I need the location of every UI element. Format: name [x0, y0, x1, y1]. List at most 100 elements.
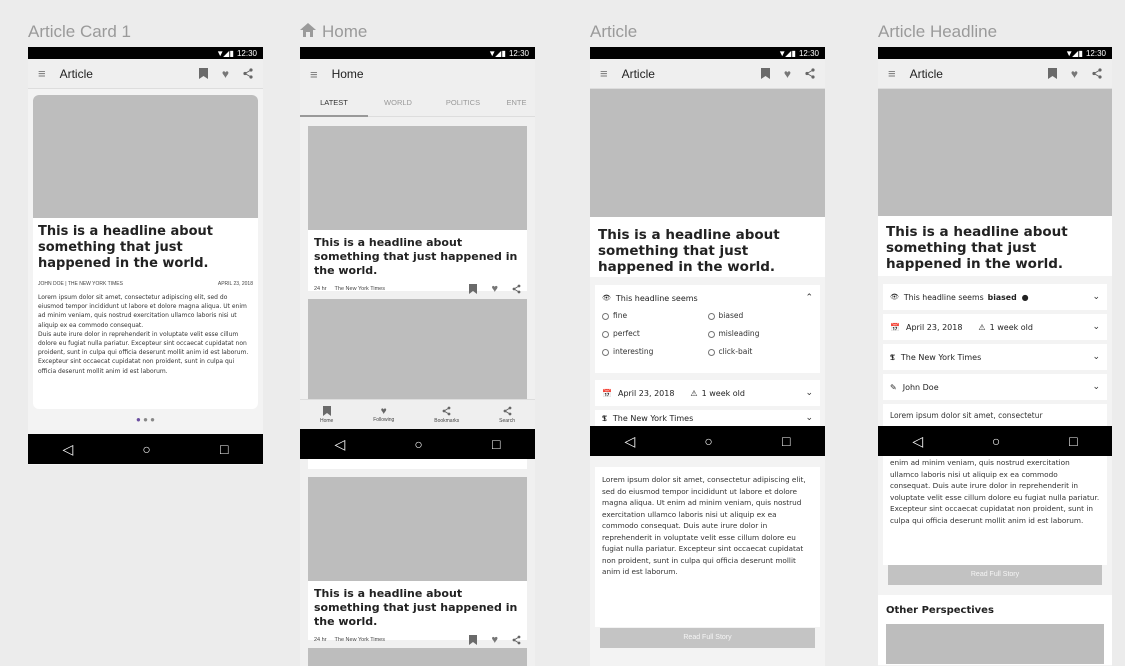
article-body: Lorem ipsum dolor sit amet, consectetur … [38, 293, 253, 376]
chevron-down-icon[interactable]: ⌄ [805, 388, 813, 398]
rating-option-perfect[interactable]: perfect [602, 329, 708, 338]
rating-row[interactable]: 👁 This headline seems biased ● ⌄ [883, 284, 1107, 310]
read-full-story-button[interactable]: Read Full Story [600, 628, 815, 648]
recents-icon[interactable]: □ [1069, 433, 1077, 449]
rating-option-fine[interactable]: fine [602, 311, 708, 320]
rating-option-misleading[interactable]: misleading [707, 329, 814, 338]
signal-icon: ▼◢ ▮ [216, 48, 234, 58]
perspective-image[interactable] [886, 624, 1104, 664]
card-source: The New York Times [334, 286, 385, 292]
tab-politics[interactable]: POLITICS [428, 98, 498, 107]
rating-option-label: fine [613, 311, 628, 320]
system-nav-bar: ◁ ○ □ [28, 434, 263, 464]
home-circle-icon[interactable]: ○ [142, 441, 150, 457]
radio-icon [707, 312, 715, 320]
article-card[interactable]: This is a headline about something that … [33, 95, 258, 409]
card-headline: This is a headline about something that … [314, 236, 518, 277]
tab-entertainment[interactable]: ENTE [498, 98, 535, 107]
recents-icon[interactable]: □ [492, 436, 500, 452]
bottom-nav-bookmarks[interactable]: Bookmarks [434, 406, 459, 424]
heart-icon[interactable]: ♥ [491, 634, 498, 646]
rating-option-click-bait[interactable]: click-bait [707, 347, 814, 356]
menu-icon[interactable]: ≡ [888, 66, 896, 81]
rating-option-interesting[interactable]: interesting [602, 347, 708, 356]
bookmark-icon[interactable] [760, 68, 770, 79]
recents-icon[interactable]: □ [782, 433, 790, 449]
chevron-down-icon[interactable]: ⌄ [1092, 322, 1100, 332]
status-time: 12:30 [508, 48, 529, 58]
heart-icon[interactable]: ♥ [1071, 67, 1078, 81]
bottom-nav-search[interactable]: Search [499, 406, 515, 424]
signal-icon: ▼◢ ▮ [1065, 48, 1083, 58]
back-icon[interactable]: ◁ [912, 433, 923, 450]
rating-option-label: click-bait [718, 347, 753, 356]
date-row[interactable]: 📅 April 23, 2018 ⚠ 1 week old ⌄ [595, 380, 820, 406]
house-icon [300, 22, 316, 42]
article-image [33, 95, 258, 218]
share-icon[interactable] [805, 68, 815, 79]
back-icon[interactable]: ◁ [63, 441, 74, 458]
share-icon[interactable] [1092, 68, 1102, 79]
bottom-nav-following[interactable]: ♥ Following [373, 406, 394, 423]
heart-icon[interactable]: ♥ [784, 67, 791, 81]
heart-icon[interactable]: ♥ [491, 283, 498, 295]
news-card[interactable] [308, 299, 527, 399]
chevron-down-icon[interactable]: ⌄ [1092, 382, 1100, 392]
body-paragraph-2: Duis aute irure dolor in reprehenderit i… [38, 330, 249, 375]
home-circle-icon[interactable]: ○ [704, 433, 712, 449]
article-date: April 23, 2018 [905, 322, 963, 332]
date-row[interactable]: 📅 April 23, 2018 ⚠ 1 week old ⌄ [883, 314, 1107, 340]
menu-icon[interactable]: ≡ [38, 66, 46, 81]
article-body: Lorem ipsum dolor sit amet, consectetur … [602, 475, 806, 576]
radio-icon [707, 348, 715, 356]
app-bar: ≡ Article ♥ [878, 59, 1112, 89]
tab-world[interactable]: WORLD [368, 98, 428, 107]
menu-icon[interactable]: ≡ [600, 66, 608, 81]
rating-option-label: perfect [613, 329, 640, 338]
back-icon[interactable]: ◁ [625, 433, 636, 450]
bookmark-icon[interactable] [198, 68, 208, 79]
chevron-down-icon[interactable]: ⌄ [1092, 292, 1100, 302]
heart-icon[interactable]: ♥ [222, 67, 229, 81]
bottom-nav-search-label: Search [499, 417, 515, 424]
read-full-story-button[interactable]: Read Full Story [888, 565, 1102, 585]
system-nav-bar: ◁ ○ □ [300, 429, 535, 459]
card-image [308, 126, 527, 230]
screen-title-home: Home [300, 22, 367, 42]
bookmark-icon[interactable] [469, 284, 478, 294]
share-icon[interactable] [512, 635, 521, 645]
bottom-nav-bookmarks-label: Bookmarks [434, 417, 460, 424]
news-card[interactable]: This is a headline about something that … [308, 126, 527, 295]
status-bar: ▼◢ ▮ 12:30 [590, 47, 825, 59]
share-icon[interactable] [243, 68, 253, 79]
system-nav-bar: ◁ ○ □ [590, 426, 825, 456]
share-icon[interactable] [512, 284, 521, 294]
calendar-icon: 📅 [602, 388, 612, 398]
home-circle-icon[interactable]: ○ [992, 433, 1000, 449]
rating-panel[interactable]: 👁 This headline seems ⌃ fine biased perf… [595, 285, 820, 373]
back-icon[interactable]: ◁ [335, 436, 346, 453]
info-icon[interactable]: ● [1022, 293, 1029, 302]
tab-latest[interactable]: LATEST [300, 89, 368, 117]
chevron-down-icon[interactable]: ⌄ [1092, 352, 1100, 362]
bookmark-icon[interactable] [469, 635, 478, 645]
article-date: APRIL 23, 2018 [217, 281, 253, 287]
recents-icon[interactable]: □ [220, 441, 228, 457]
article-source: The New York Times [612, 413, 694, 423]
menu-icon[interactable]: ≡ [310, 67, 318, 82]
article-date: April 23, 2018 [617, 388, 675, 398]
headline-section: This is a headline about something that … [590, 217, 825, 277]
bottom-nav-home[interactable]: Home [320, 405, 333, 424]
bookmark-icon[interactable] [1047, 68, 1057, 79]
author-row[interactable]: ✎ John Doe ⌄ [883, 374, 1107, 400]
chevron-up-icon[interactable]: ⌃ [805, 293, 813, 303]
card-image [308, 648, 527, 666]
other-perspectives-section: Other Perspectives [878, 595, 1112, 665]
phone-home: ▼◢ ▮ 12:30 ≡ Home LATEST WORLD POLITICS … [300, 47, 535, 666]
source-row[interactable]: 𝕿 The New York Times ⌄ [595, 410, 820, 426]
source-row[interactable]: 𝕿 The New York Times ⌄ [883, 344, 1107, 370]
home-circle-icon[interactable]: ○ [414, 436, 422, 452]
rating-option-biased[interactable]: biased [707, 311, 814, 320]
news-card[interactable]: This is a headline about something that … [308, 477, 527, 646]
chevron-down-icon[interactable]: ⌄ [805, 413, 813, 423]
